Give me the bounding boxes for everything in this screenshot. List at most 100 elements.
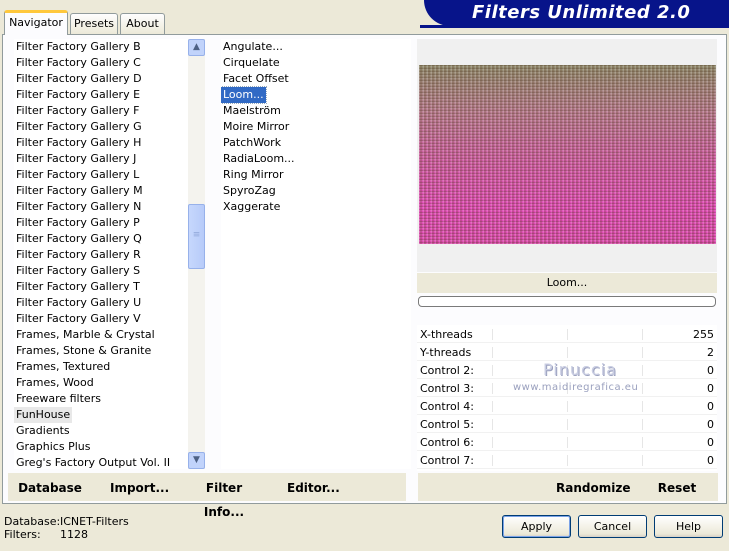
control-slider-row[interactable]: Control 5: 0 bbox=[417, 415, 717, 433]
filter-item[interactable]: Loom... bbox=[221, 86, 267, 104]
category-item[interactable]: Filter Factory Gallery Q bbox=[14, 231, 144, 247]
banner-underline bbox=[420, 25, 729, 28]
chevron-down-icon[interactable]: ▼ bbox=[188, 452, 205, 469]
filter-info-button[interactable]: Filter Info... bbox=[190, 476, 258, 519]
preview-image bbox=[419, 65, 716, 244]
slider-tick bbox=[642, 455, 643, 466]
category-item[interactable]: Filter Factory Gallery J bbox=[14, 151, 138, 167]
filter-item[interactable]: Angulate... bbox=[221, 39, 285, 55]
app-banner: Filters Unlimited 2.0 bbox=[424, 0, 729, 26]
randomize-button[interactable]: Randomize bbox=[556, 476, 630, 500]
watermark-url: www.maidiregrafica.eu bbox=[513, 382, 639, 393]
slider-tick bbox=[642, 401, 643, 412]
help-button[interactable]: Help bbox=[654, 515, 723, 538]
category-item[interactable]: Filter Factory Gallery H bbox=[14, 135, 143, 151]
category-item[interactable]: Filter Factory Gallery C bbox=[14, 55, 143, 71]
chevron-up-icon[interactable]: ▲ bbox=[188, 39, 205, 56]
control-slider-row[interactable]: Y-threads 2 bbox=[417, 343, 717, 361]
slider-tick bbox=[567, 419, 568, 430]
slider-tick bbox=[492, 455, 493, 466]
filter-item[interactable]: Moire Mirror bbox=[221, 119, 291, 135]
grip-icon[interactable]: ≡ bbox=[188, 204, 205, 269]
filters-value: 1128 bbox=[60, 528, 88, 541]
category-item[interactable]: Gradients bbox=[14, 423, 72, 439]
category-item[interactable]: Filter Factory Gallery G bbox=[14, 119, 144, 135]
apply-button[interactable]: Apply bbox=[502, 515, 571, 538]
banner-title: Filters Unlimited 2.0 bbox=[472, 2, 691, 23]
control-slider-row[interactable]: X-threads 255 bbox=[417, 325, 717, 343]
tab-navigator[interactable]: Navigator bbox=[4, 10, 68, 35]
category-item[interactable]: Filter Factory Gallery M bbox=[14, 183, 145, 199]
category-item[interactable]: Frames, Stone & Granite bbox=[14, 343, 153, 359]
control-value: 0 bbox=[707, 400, 714, 413]
category-item[interactable]: Filter Factory Gallery L bbox=[14, 167, 141, 183]
slider-tick bbox=[567, 347, 568, 358]
database-button[interactable]: Database bbox=[18, 476, 82, 500]
tab-about[interactable]: About bbox=[120, 13, 165, 34]
control-label: Control 6: bbox=[420, 436, 474, 449]
filters-label: Filters: bbox=[4, 528, 41, 541]
category-item[interactable]: Filter Factory Gallery S bbox=[14, 263, 142, 279]
filter-item[interactable]: Facet Offset bbox=[221, 71, 291, 87]
control-panel: X-threads 255 Y-threads 2 Control 2: 0 Control… bbox=[417, 325, 717, 471]
slider-tick bbox=[492, 347, 493, 358]
filter-item[interactable]: SpyroZag bbox=[221, 183, 278, 199]
filter-list[interactable]: Angulate... Cirquelate Facet Offset Loom...… bbox=[221, 39, 411, 469]
category-item[interactable]: Frames, Textured bbox=[14, 359, 112, 375]
control-label: Control 2: bbox=[420, 364, 474, 377]
category-item[interactable]: Freeware filters bbox=[14, 391, 103, 407]
filter-item[interactable]: Cirquelate bbox=[221, 55, 282, 71]
category-item[interactable]: Filter Factory Gallery E bbox=[14, 87, 142, 103]
slider-tick bbox=[642, 383, 643, 394]
import-button[interactable]: Import... bbox=[110, 476, 169, 500]
preview-filter-name: Loom... bbox=[417, 273, 717, 293]
category-item[interactable]: Frames, Wood bbox=[14, 375, 96, 391]
category-list[interactable]: Filter Factory Gallery B Filter Factory G… bbox=[14, 39, 188, 469]
category-item[interactable]: Filter Factory Gallery F bbox=[14, 103, 141, 119]
slider-tick bbox=[567, 455, 568, 466]
slider-tick bbox=[492, 437, 493, 448]
reset-button[interactable]: Reset bbox=[655, 476, 699, 500]
editor-button[interactable]: Editor... bbox=[287, 476, 340, 500]
category-item[interactable]: Filter Factory Gallery B bbox=[14, 39, 143, 55]
cancel-button[interactable]: Cancel bbox=[578, 515, 647, 538]
control-label: Control 5: bbox=[420, 418, 474, 431]
category-item[interactable]: Filter Factory Gallery U bbox=[14, 295, 143, 311]
category-item[interactable]: Filter Factory Gallery P bbox=[14, 215, 142, 231]
slider-tick bbox=[492, 401, 493, 412]
filter-item[interactable]: RadiaLoom... bbox=[221, 151, 297, 167]
category-scrollbar[interactable]: ▲ ≡ ▼ bbox=[188, 39, 205, 469]
control-label: Control 4: bbox=[420, 400, 474, 413]
control-label: X-threads bbox=[420, 328, 473, 341]
filter-item[interactable]: Xaggerate bbox=[221, 199, 282, 215]
control-slider-row[interactable]: Control 6: 0 bbox=[417, 433, 717, 451]
slider-tick bbox=[492, 329, 493, 340]
control-slider-row[interactable]: Control 4: 0 bbox=[417, 397, 717, 415]
filter-item[interactable]: PatchWork bbox=[221, 135, 283, 151]
category-item[interactable]: Filter Factory Gallery T bbox=[14, 279, 142, 295]
control-value: 2 bbox=[707, 346, 714, 359]
category-item[interactable]: Greg's Factory Output Vol. II bbox=[14, 455, 172, 469]
category-item[interactable]: Frames, Marble & Crystal bbox=[14, 327, 157, 343]
category-item[interactable]: FunHouse bbox=[14, 407, 73, 423]
slider-tick bbox=[492, 419, 493, 430]
category-item[interactable]: Filter Factory Gallery D bbox=[14, 71, 144, 87]
filter-item[interactable]: Maelström bbox=[221, 103, 283, 119]
control-label: Control 7: bbox=[420, 454, 474, 467]
slider-tick bbox=[567, 437, 568, 448]
slider-tick bbox=[642, 437, 643, 448]
category-item[interactable]: Filter Factory Gallery R bbox=[14, 247, 143, 263]
category-item[interactable]: Filter Factory Gallery V bbox=[14, 311, 143, 327]
progress-bar bbox=[418, 296, 716, 307]
control-label: Control 3: bbox=[420, 382, 474, 395]
category-item[interactable]: Filter Factory Gallery N bbox=[14, 199, 143, 215]
control-value: 0 bbox=[707, 382, 714, 395]
control-value: 0 bbox=[707, 364, 714, 377]
control-slider-row[interactable]: Control 7: 0 bbox=[417, 451, 717, 469]
filter-item[interactable]: Ring Mirror bbox=[221, 167, 286, 183]
category-item[interactable]: Graphics Plus bbox=[14, 439, 92, 455]
tab-presets[interactable]: Presets bbox=[70, 13, 118, 34]
control-label: Y-threads bbox=[420, 346, 472, 359]
control-value: 0 bbox=[707, 454, 714, 467]
database-label: Database: bbox=[4, 515, 61, 528]
